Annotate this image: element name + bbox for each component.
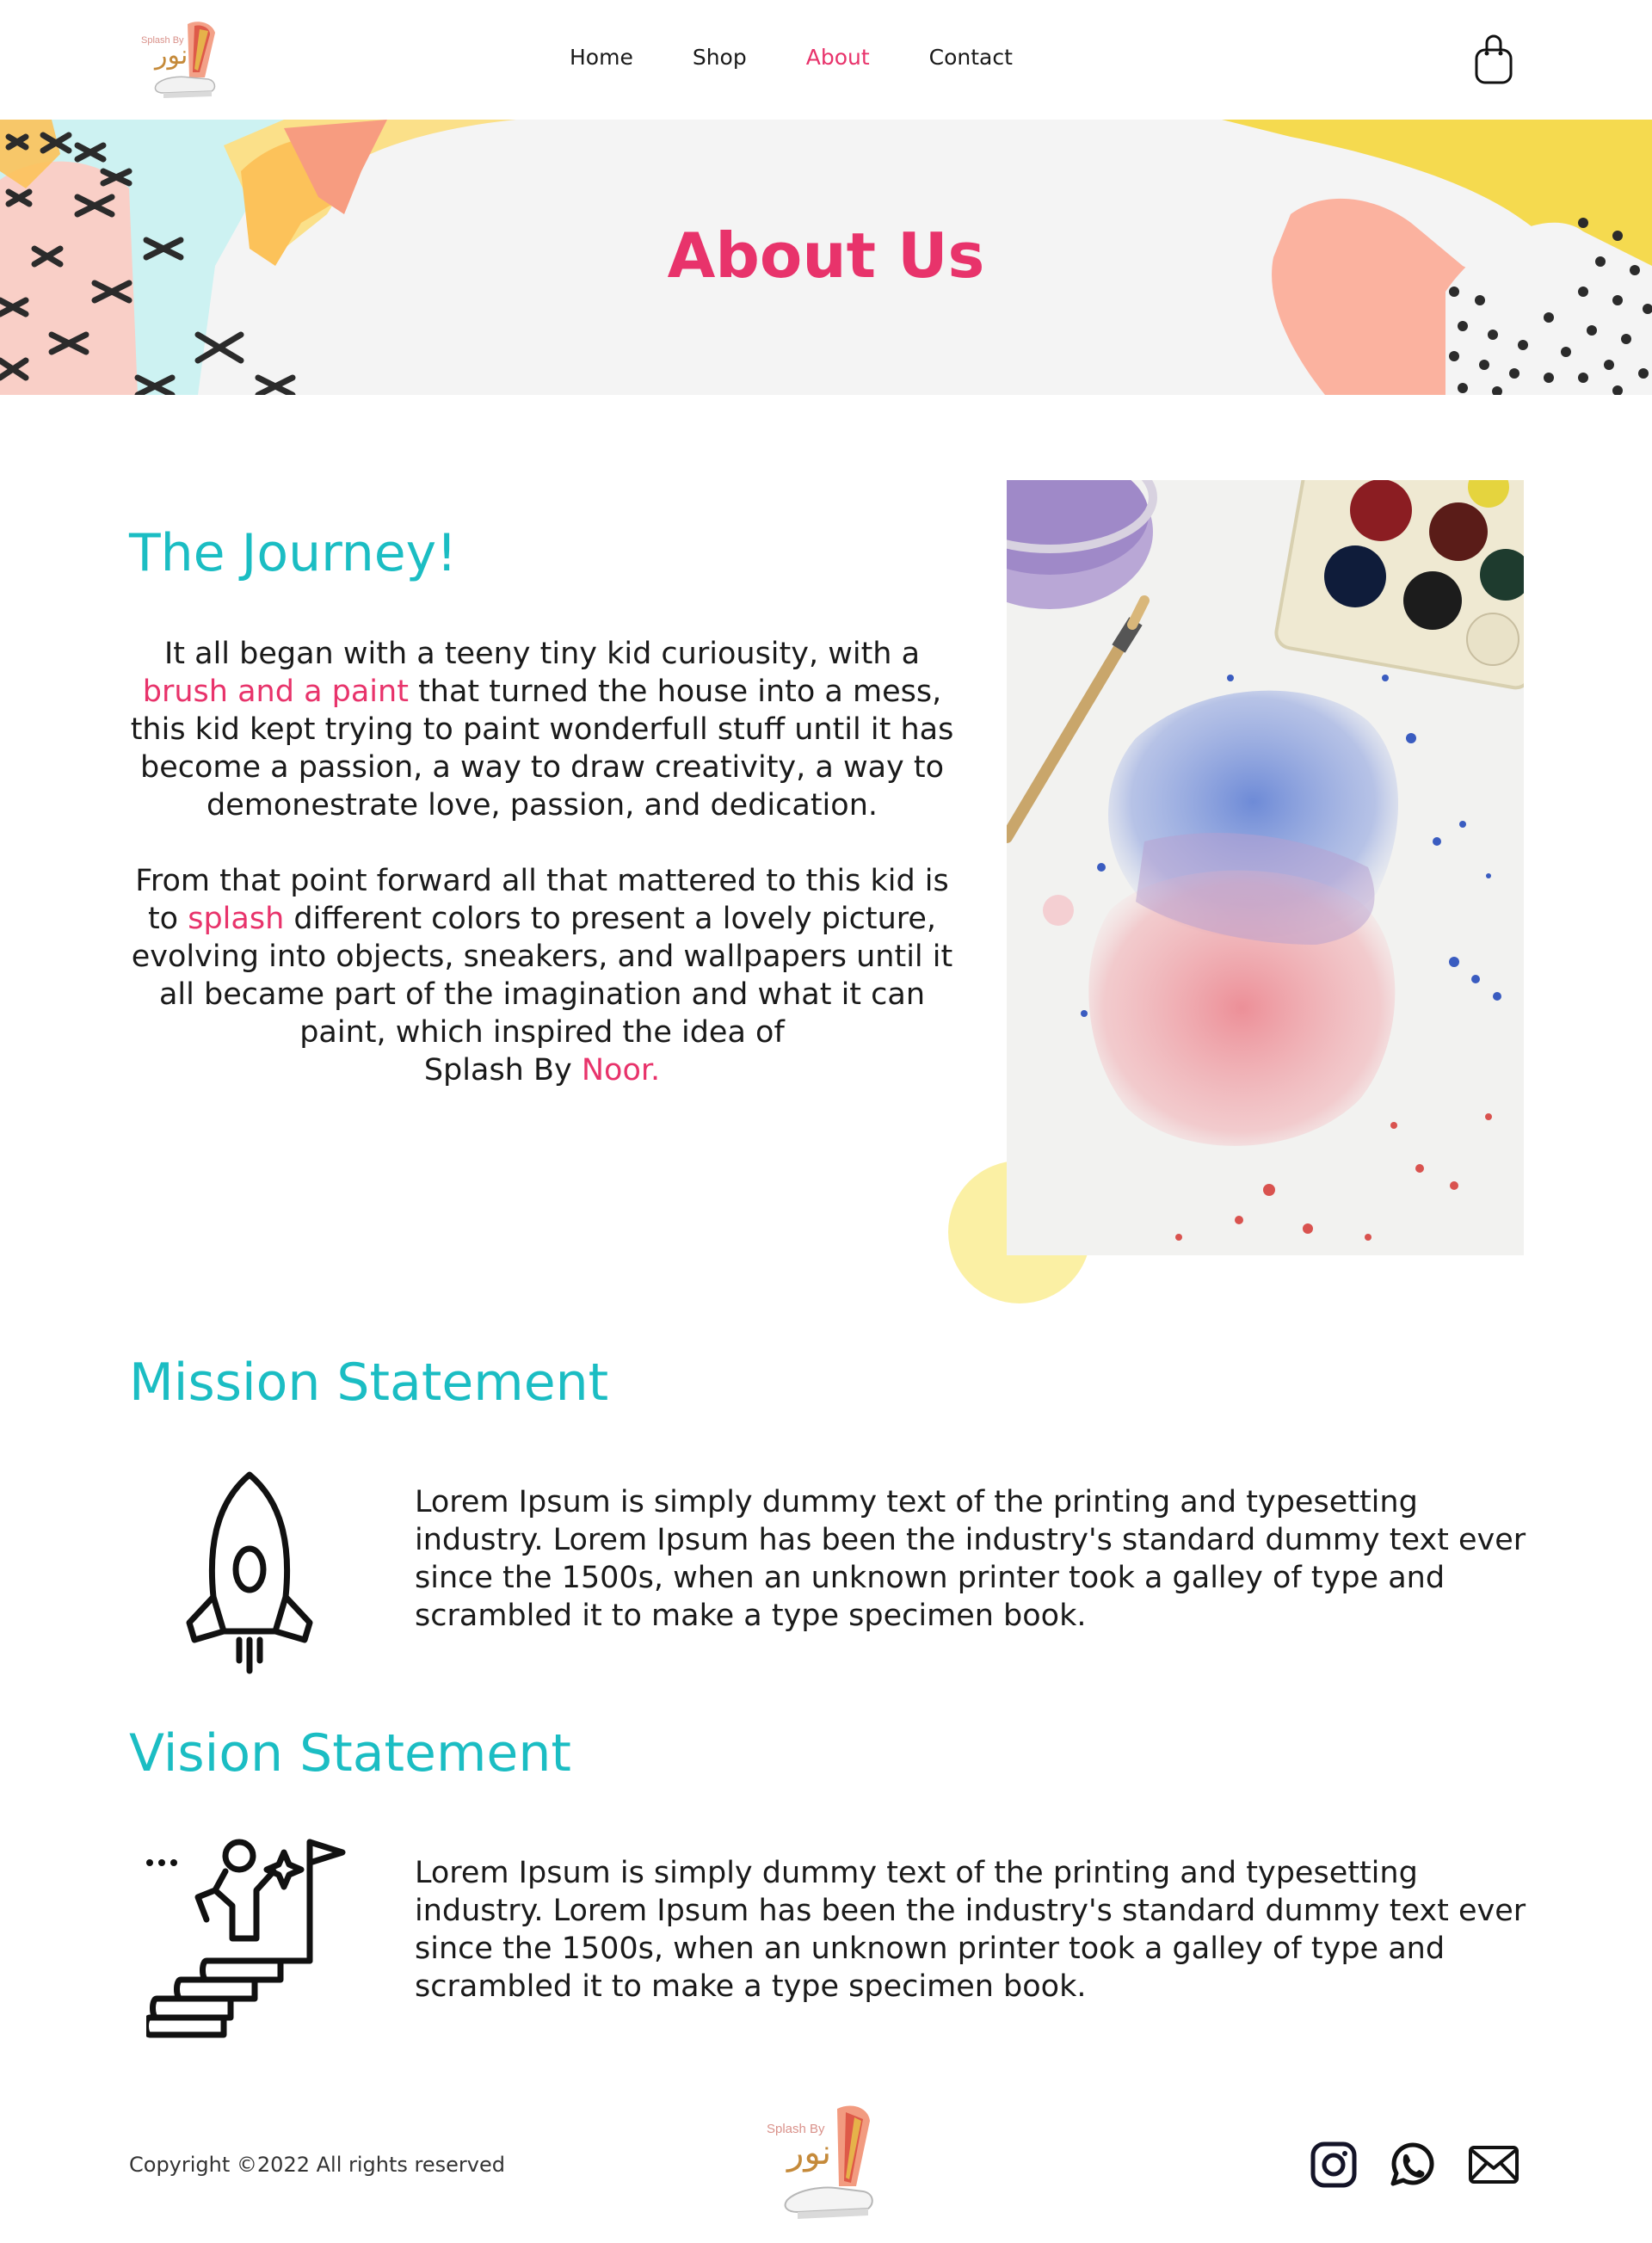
brand-logo[interactable]: Splash By نور [138, 17, 232, 103]
journey-paragraph-1: It all began with a teeny tiny kid curio… [129, 635, 955, 824]
journey-p2-highlight: splash [188, 902, 285, 936]
shopping-bag-icon[interactable] [1473, 33, 1514, 86]
nav-contact-link[interactable]: Contact [929, 45, 1013, 70]
mission-heading: Mission Statement [129, 1353, 609, 1413]
stairs-goal-icon [143, 1837, 353, 2039]
svg-text:نور: نور [786, 2133, 831, 2172]
mail-icon[interactable] [1468, 2141, 1519, 2189]
journey-heading: The Journey! [129, 523, 458, 583]
instagram-icon[interactable] [1310, 2141, 1358, 2189]
hero-banner: About Us [0, 120, 1652, 395]
journey-p1-text-a: It all began with a teeny tiny kid curio… [163, 637, 921, 671]
copyright-text: Copyright ©2022 All rights reserved [129, 2153, 505, 2177]
journey-brand-highlight: Noor. [581, 1053, 661, 1088]
whatsapp-icon[interactable] [1386, 2141, 1434, 2189]
journey-story: It all began with a teeny tiny kid curio… [129, 635, 955, 1089]
watercolor-photo [1007, 480, 1524, 1255]
journey-brand-text: Splash By [423, 1053, 582, 1088]
mission-text: Lorem Ipsum is simply dummy text of the … [415, 1485, 1526, 1633]
rocket-icon [182, 1468, 317, 1674]
nav-about-link[interactable]: About [806, 45, 870, 70]
journey-p1-highlight: brush and a paint [142, 675, 409, 709]
journey-paragraph-2: From that point forward all that mattere… [129, 862, 955, 1089]
nav-home-link[interactable]: Home [570, 45, 633, 70]
top-navigation: Splash By نور Home Shop About Contact [0, 0, 1652, 120]
nav-links: Home Shop About Contact [570, 45, 1013, 70]
vision-heading: Vision Statement [129, 1723, 571, 1784]
vision-text: Lorem Ipsum is simply dummy text of the … [415, 1856, 1526, 2004]
nav-shop-link[interactable]: Shop [693, 45, 747, 70]
footer-brand-logo[interactable]: Splash By نور [761, 2104, 891, 2228]
page-title: About Us [667, 219, 985, 292]
svg-text:نور: نور [153, 40, 188, 71]
